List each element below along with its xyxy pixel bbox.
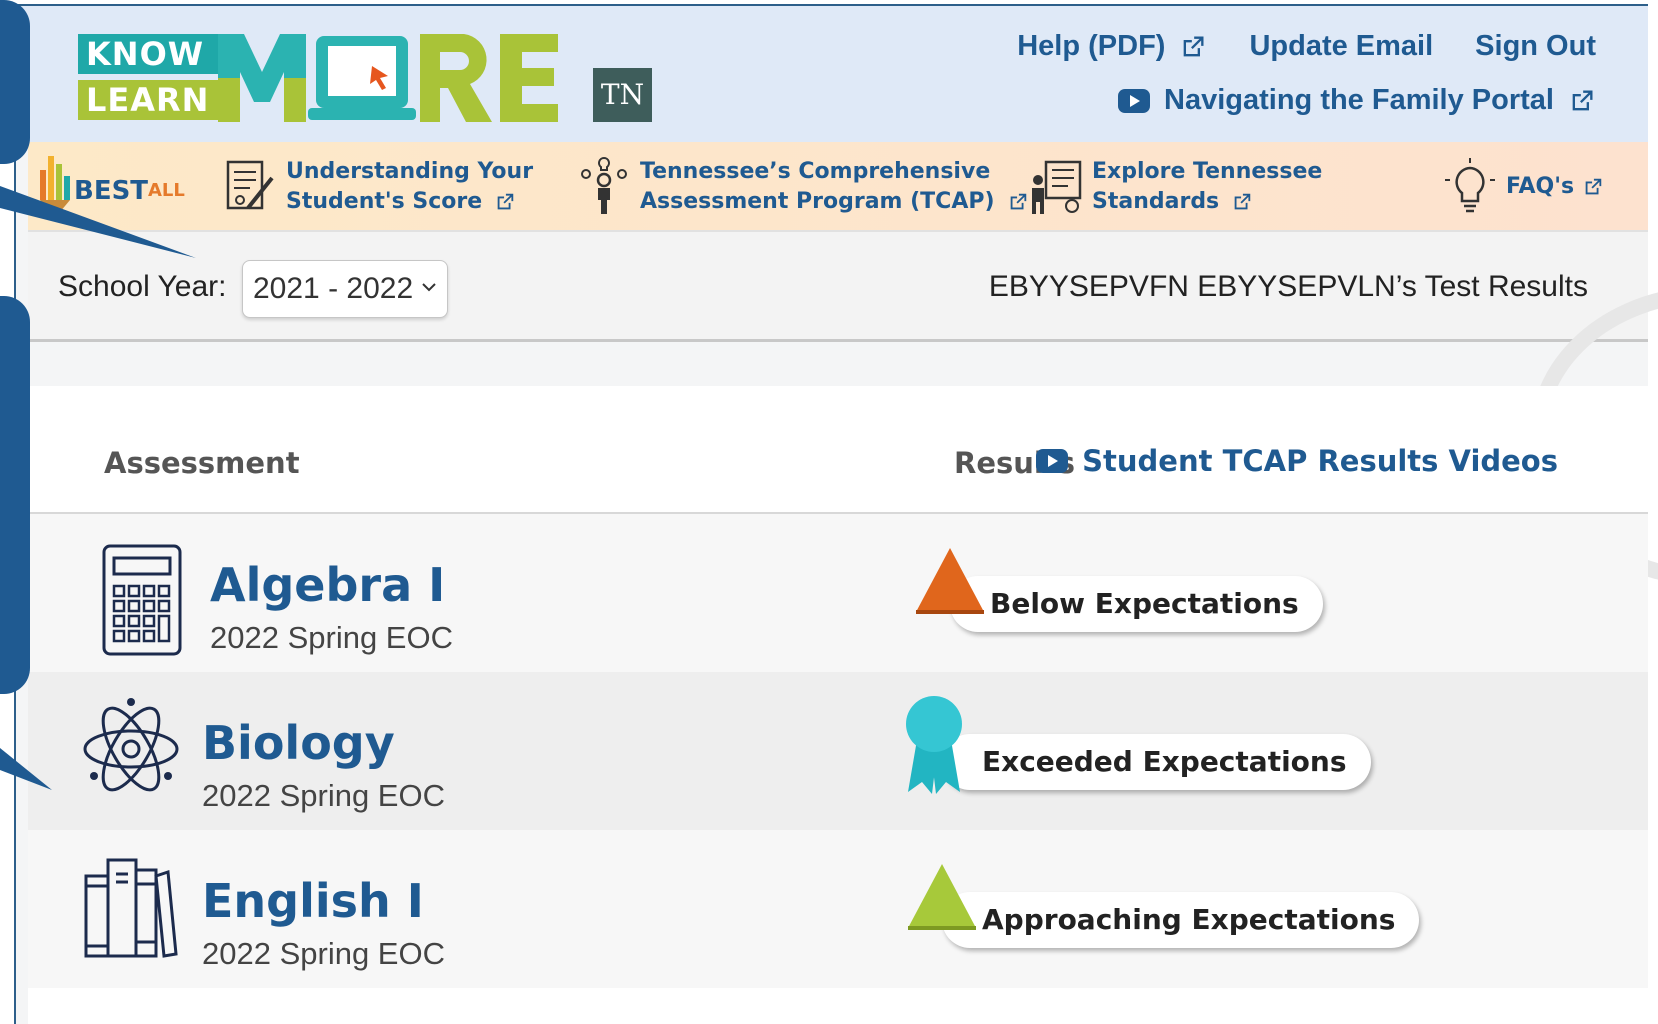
sign-out-label: Sign Out	[1475, 30, 1596, 62]
know-learn-more-logo[interactable]: KNOW LEARN TN	[78, 34, 652, 126]
faqs-label: FAQ's	[1506, 174, 1575, 199]
tcap-program-line1: Tennessee’s Comprehensive	[640, 159, 991, 184]
external-link-icon	[1234, 193, 1251, 210]
tcap-results-videos-link[interactable]: Student TCAP Results Videos	[1036, 444, 1558, 478]
understanding-score-link[interactable]: Understanding Your Student's Score	[222, 156, 533, 218]
tcap-program-link[interactable]: Tennessee’s Comprehensive Assessment Pro…	[576, 156, 1029, 218]
pencil-bars-icon	[40, 156, 70, 218]
sign-out-link[interactable]: Sign Out	[1475, 30, 1596, 63]
result-label: Approaching Expectations	[982, 903, 1396, 936]
result-label: Exceeded Expectations	[982, 745, 1347, 778]
student-ideas-icon	[581, 156, 627, 214]
navigating-portal-label: Navigating the Family Portal	[1164, 84, 1554, 116]
understanding-score-line2: Student's Score	[286, 189, 483, 214]
orange-triangle-badge	[916, 548, 984, 614]
resource-bar: BEST ALL Understanding Your Student's Sc…	[28, 142, 1648, 232]
test-name: 2022 Spring EOC	[202, 936, 445, 971]
update-email-label: Update Email	[1249, 30, 1434, 62]
result-badge[interactable]: Below Expectations	[950, 576, 1323, 632]
side-callout-tab	[0, 296, 30, 694]
assessment-table: Assessment Results Student TCAP Results …	[28, 386, 1648, 1024]
video-play-icon	[1118, 88, 1151, 113]
external-link-icon	[1184, 36, 1204, 56]
result-badge[interactable]: Exceeded Expectations	[942, 734, 1371, 790]
table-row[interactable]: English I 2022 Spring EOC Approaching Ex…	[28, 830, 1648, 988]
student-results-title: EBYYSEPVFN EBYYSEPVLN’s Test Results	[988, 270, 1588, 303]
test-name: 2022 Spring EOC	[210, 620, 453, 655]
logo-learn-text: LEARN	[78, 80, 218, 120]
table-row[interactable]: Biology 2022 Spring EOC Exceeded Expecta…	[28, 672, 1648, 830]
explore-standards-text: Explore Tennessee Standards	[1092, 157, 1322, 217]
understanding-score-text: Understanding Your Student's Score	[286, 157, 533, 217]
external-link-icon	[1572, 90, 1593, 110]
result-label: Below Expectations	[990, 587, 1299, 620]
logo-tn-badge: TN	[593, 68, 652, 122]
navigating-portal-link[interactable]: Navigating the Family Portal	[1118, 84, 1596, 117]
external-link-icon	[1010, 193, 1026, 210]
subject-name: Biology	[202, 716, 395, 770]
school-year-value: 2021 - 2022	[253, 272, 414, 305]
chevron-down-icon	[422, 283, 436, 292]
tcap-program-line2: Assessment Program (TCAP)	[640, 189, 995, 214]
school-year-label: School Year:	[58, 270, 227, 303]
books-icon	[84, 858, 178, 958]
table-row[interactable]: Algebra I 2022 Spring EOC Below Expectat…	[28, 514, 1648, 672]
lightbulb-icon	[1445, 158, 1495, 213]
report-pencil-icon	[226, 160, 274, 210]
tcap-program-text: Tennessee’s Comprehensive Assessment Pro…	[640, 157, 1029, 217]
logo-know-text: KNOW	[78, 34, 218, 74]
teal-ribbon-badge	[906, 696, 962, 794]
know-learn-block: KNOW LEARN	[78, 34, 218, 122]
subject-name: Algebra I	[210, 558, 446, 612]
teacher-board-icon	[1032, 160, 1082, 214]
school-year-select[interactable]: 2021 - 2022	[242, 260, 448, 318]
logo-more-wordmark	[218, 34, 558, 122]
atom-icon	[83, 698, 179, 792]
help-pdf-label: Help (PDF)	[1017, 30, 1166, 62]
side-callout-tab	[0, 0, 30, 164]
test-name: 2022 Spring EOC	[202, 778, 445, 813]
assessment-column-header: Assessment	[104, 446, 300, 480]
green-triangle-badge	[908, 864, 976, 930]
result-badge[interactable]: Approaching Expectations	[942, 892, 1420, 948]
all-text: ALL	[148, 180, 185, 201]
subject-name: English I	[202, 874, 424, 928]
header: KNOW LEARN TN Help (PDF) Update Email Si…	[16, 6, 1648, 142]
explore-standards-line2: Standards	[1092, 189, 1220, 214]
explore-standards-link[interactable]: Explore Tennessee Standards	[1028, 156, 1322, 218]
best-for-all-logo[interactable]: BEST ALL	[38, 146, 188, 226]
school-year-bar: School Year: 2021 - 2022 EBYYSEPVFN EBYY…	[28, 232, 1648, 342]
external-link-icon	[1585, 178, 1602, 195]
family-portal-page: { "header": { "logo": { "know": "KNOW", …	[0, 0, 1658, 1024]
understanding-score-line1: Understanding Your	[286, 159, 534, 184]
faqs-link[interactable]: FAQ's	[1442, 156, 1604, 218]
update-email-link[interactable]: Update Email	[1249, 30, 1433, 63]
explore-standards-line1: Explore Tennessee	[1092, 159, 1323, 184]
help-pdf-link[interactable]: Help (PDF)	[1017, 30, 1207, 63]
tcap-results-videos-label: Student TCAP Results Videos	[1082, 444, 1558, 478]
external-link-icon	[497, 193, 514, 210]
video-play-icon	[1036, 449, 1069, 473]
header-links: Help (PDF) Update Email Sign Out	[1017, 30, 1596, 63]
best-text: BEST	[74, 176, 149, 206]
calculator-icon	[102, 544, 182, 656]
